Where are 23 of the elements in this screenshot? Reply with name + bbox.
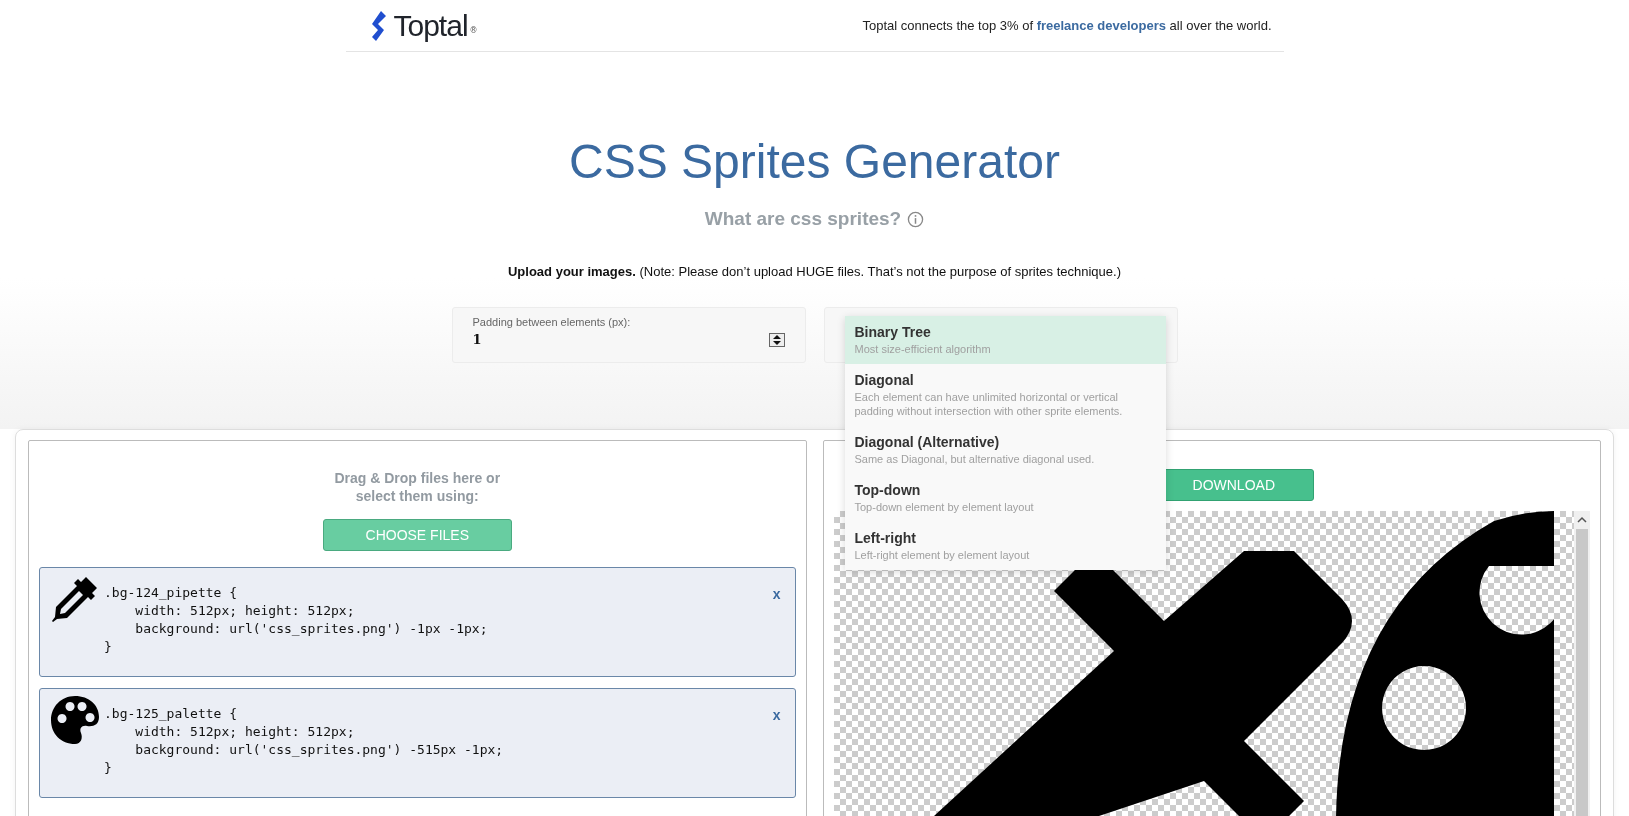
padding-input[interactable]: 1 <box>472 332 533 347</box>
tagline: Toptal connects the top 3% of freelance developers all over the world. <box>862 18 1272 33</box>
layout-option[interactable]: Diagonal Each element can have unlimited horizontal or vertical padding without intersection with other sprite elements. <box>844 364 1166 426</box>
upload-note: Upload your images. (Note: Please don’t upload HUGE files. That’s not the purpose of sprites technique.) <box>507 264 1122 279</box>
layout-option[interactable]: Binary Tree Most size-efficient algorithm <box>844 316 1166 364</box>
css-code: .bg-124_pipette { width: 512px; height: 512px; background: url('css_sprites.png') -1px -1px; } <box>104 584 489 656</box>
remove-button[interactable]: x <box>768 707 785 723</box>
page-title: CSS Sprites Generator <box>568 134 1061 190</box>
css-code: .bg-125_palette { width: 512px; height: 512px; background: url('css_sprites.png') -515px -1px; } <box>104 705 505 777</box>
logo-text[interactable]: Toptal <box>393 8 468 43</box>
remove-button[interactable]: x <box>768 586 785 602</box>
padding-label: Padding between elements (px): <box>472 316 632 328</box>
pipette-icon <box>50 574 100 624</box>
freelance-link[interactable]: freelance developers <box>1036 18 1166 33</box>
drop-hint: Drag & Drop files here or select them using: <box>333 469 502 505</box>
registered-mark: ® <box>469 25 478 35</box>
scroll-up-icon[interactable] <box>1577 515 1587 525</box>
info-icon[interactable] <box>907 210 925 228</box>
palette-icon <box>50 695 100 745</box>
scrollbar[interactable] <box>1574 511 1590 816</box>
spinner-icon[interactable] <box>768 332 785 347</box>
layout-option[interactable]: Left-right Left-right element by element layout <box>844 522 1166 570</box>
scroll-thumb[interactable] <box>1576 529 1588 816</box>
